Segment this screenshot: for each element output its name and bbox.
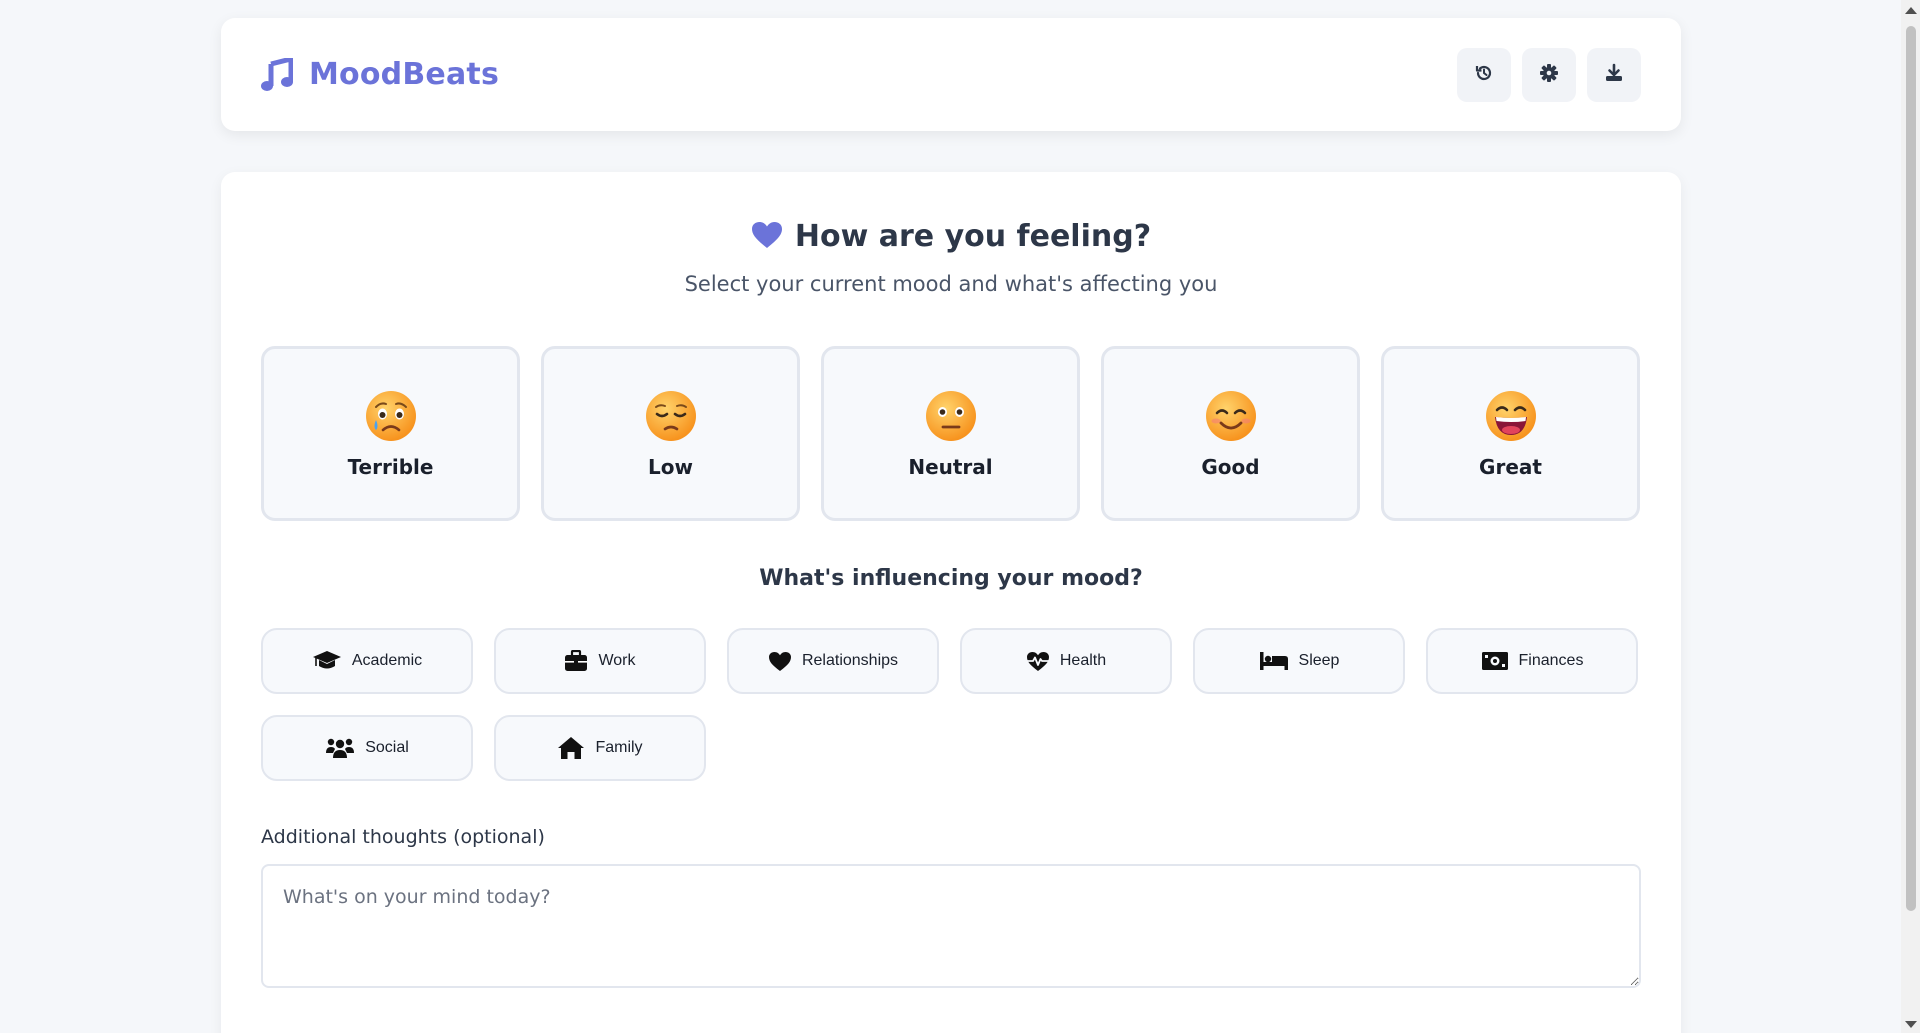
- brand[interactable]: MoodBeats: [261, 57, 499, 92]
- grinning-face-icon: [1485, 390, 1536, 441]
- mood-label: Neutral: [908, 454, 993, 479]
- smiling-face-icon: [1205, 390, 1256, 441]
- crying-face-icon: [365, 390, 416, 441]
- factor-label: Health: [1059, 652, 1107, 669]
- factor-relationships[interactable]: Relationships: [727, 628, 939, 694]
- mood-options: Terrible Low Neutral Good Great: [261, 346, 1640, 521]
- factor-academic[interactable]: Academic: [261, 628, 473, 694]
- title-row: How are you feeling?: [221, 219, 1681, 254]
- factor-social[interactable]: Social: [261, 715, 473, 781]
- factor-label: Relationships: [801, 652, 899, 669]
- factor-label: Family: [595, 739, 643, 756]
- factor-health[interactable]: Health: [960, 628, 1172, 694]
- notes-label: Additional thoughts (optional): [261, 826, 545, 848]
- mood-option-low[interactable]: Low: [541, 346, 800, 521]
- mood-label: Low: [648, 454, 693, 479]
- mood-option-good[interactable]: Good: [1101, 346, 1360, 521]
- factor-label: Social: [365, 739, 409, 756]
- factor-sleep[interactable]: Sleep: [1193, 628, 1405, 694]
- scroll-thumb[interactable]: [1906, 26, 1916, 911]
- factor-label: Academic: [351, 652, 423, 669]
- factor-finances[interactable]: Finances: [1426, 628, 1638, 694]
- factor-family[interactable]: Family: [494, 715, 706, 781]
- gear-icon: [1539, 63, 1559, 87]
- neutral-face-icon: [925, 390, 976, 441]
- history-button[interactable]: [1457, 47, 1511, 102]
- mood-option-terrible[interactable]: Terrible: [261, 346, 520, 521]
- factor-label: Sleep: [1298, 652, 1340, 669]
- page-subtitle: Select your current mood and what's affe…: [684, 272, 1218, 296]
- heartbeat-icon: [1026, 651, 1050, 672]
- factor-work[interactable]: Work: [494, 628, 706, 694]
- page: MoodBeats How are you feeling? Select yo…: [0, 0, 1920, 1033]
- briefcase-icon: [564, 650, 588, 672]
- header-actions: [1457, 47, 1641, 102]
- scroll-down-icon[interactable]: [1905, 1021, 1917, 1028]
- mood-option-neutral[interactable]: Neutral: [821, 346, 1080, 521]
- factor-options: Academic Work Relationships Health Sleep…: [261, 628, 1641, 781]
- mood-label: Terrible: [347, 454, 434, 479]
- mood-entry-card: How are you feeling? Select your current…: [221, 172, 1681, 1033]
- mood-label: Good: [1201, 454, 1260, 479]
- download-icon: [1604, 63, 1624, 87]
- factor-label: Work: [598, 652, 636, 669]
- history-icon: [1474, 63, 1494, 87]
- notes-input[interactable]: [261, 864, 1641, 988]
- money-bill-icon: [1481, 651, 1509, 671]
- factor-label: Finances: [1518, 652, 1584, 669]
- heart-icon: [768, 651, 792, 672]
- app-header: MoodBeats: [221, 18, 1681, 131]
- heart-icon: [751, 221, 783, 253]
- page-scrollbar[interactable]: [1901, 0, 1920, 1033]
- scroll-up-icon[interactable]: [1905, 7, 1917, 14]
- bed-icon: [1259, 651, 1289, 671]
- app-name: MoodBeats: [309, 57, 500, 92]
- page-title: How are you feeling?: [794, 219, 1152, 254]
- home-icon: [557, 736, 585, 760]
- settings-button[interactable]: [1522, 47, 1576, 102]
- music-note-icon: [261, 57, 293, 92]
- mood-option-great[interactable]: Great: [1381, 346, 1640, 521]
- export-button[interactable]: [1587, 47, 1641, 102]
- factors-title: What's influencing your mood?: [759, 566, 1143, 591]
- users-icon: [325, 737, 355, 759]
- graduation-cap-icon: [312, 650, 342, 672]
- pensive-face-icon: [645, 390, 696, 441]
- mood-label: Great: [1479, 454, 1542, 479]
